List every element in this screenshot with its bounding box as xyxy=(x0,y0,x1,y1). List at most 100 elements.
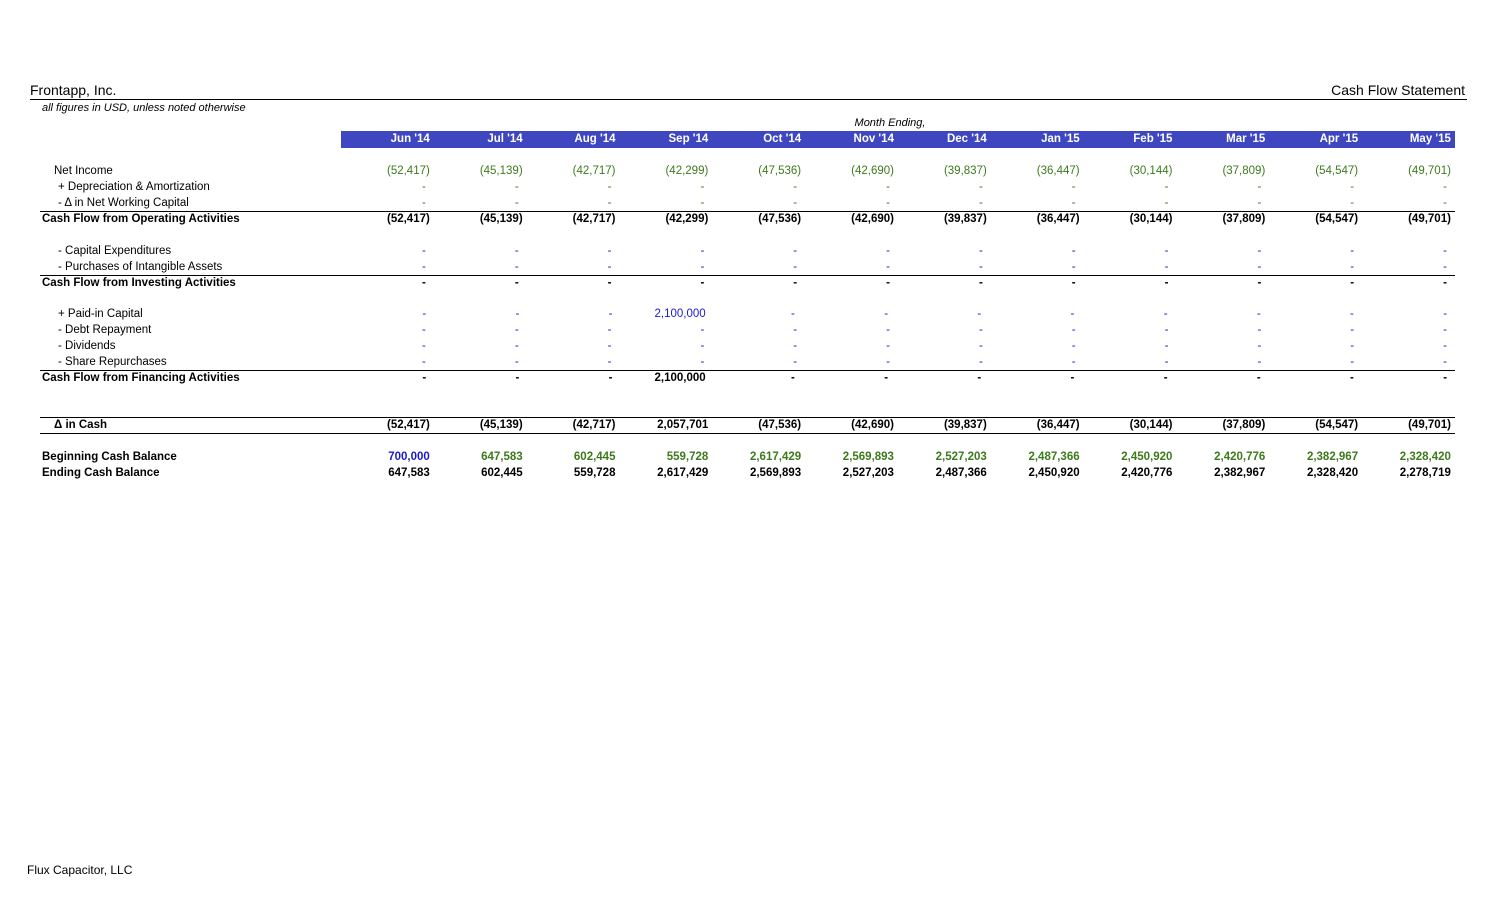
value-cell: - xyxy=(1164,261,1169,273)
month-header-cell: Nov '14 xyxy=(853,133,894,145)
value-cell: - xyxy=(1350,340,1355,352)
value-cell: - xyxy=(978,261,983,273)
row-cells: 700,000 647,583 602,445 559,728 2,617,429 2,5… xyxy=(341,451,1455,466)
value-cell: - xyxy=(1071,277,1076,289)
value-cell: - xyxy=(1071,245,1076,257)
value-cell: - xyxy=(514,197,519,209)
value-cell: - xyxy=(978,340,983,352)
value-cell: - xyxy=(1257,356,1262,368)
value-cell: - xyxy=(422,372,427,384)
rule-delta-top xyxy=(40,417,1455,418)
month-header-cell: Oct '14 xyxy=(763,133,802,145)
value-cell: 2,328,420 xyxy=(1306,467,1359,479)
month-header-cell: May '15 xyxy=(1409,133,1451,145)
value-cell: - xyxy=(978,356,983,368)
value-cell: - xyxy=(978,277,983,289)
value-cell: - xyxy=(1443,261,1447,273)
row-label: Cash Flow from Financing Activities xyxy=(42,372,240,384)
row-label: + Paid-in Capital xyxy=(58,308,143,320)
value-cell: - xyxy=(1350,356,1355,368)
month-header-cell: Apr '15 xyxy=(1319,133,1359,145)
row-cells: ------------ xyxy=(341,356,1455,371)
value-cell: 2,420,776 xyxy=(1214,451,1266,463)
row-cells: (52,417) (45,139) (42,717) (42,299) (47,536)… xyxy=(341,213,1455,228)
value-cell: - xyxy=(1350,324,1355,336)
company-name: Frontapp, Inc. xyxy=(30,82,117,98)
value-cell: - xyxy=(607,277,612,289)
value-cell: (36,447) xyxy=(1036,419,1080,431)
value-cell: - xyxy=(421,277,426,289)
row-label: - Purchases of Intangible Assets xyxy=(58,261,223,273)
month-header-cell: Aug '14 xyxy=(574,133,616,145)
value-cell: - xyxy=(886,356,890,368)
value-cell: - xyxy=(514,324,519,336)
value-cell: 647,583 xyxy=(481,451,523,463)
row-label: - Capital Expenditures xyxy=(58,245,172,257)
row-cells: ------------ xyxy=(341,277,1455,292)
value-cell: - xyxy=(1443,308,1448,320)
row-label: - Dividends xyxy=(58,340,116,352)
value-cell: - xyxy=(421,245,426,257)
value-cell: - xyxy=(700,245,705,257)
value-cell: - xyxy=(1070,308,1075,320)
row-label: - Δ in Net Working Capital xyxy=(58,197,189,209)
value-cell: 2,382,967 xyxy=(1214,467,1266,479)
value-cell: (45,139) xyxy=(479,165,523,177)
row-dep-amort: + Depreciation & Amortization - - - - - - - - - -… xyxy=(0,181,1500,196)
row-cells: ------------ xyxy=(341,261,1455,276)
value-cell: - xyxy=(1164,197,1169,209)
value-cell: - xyxy=(1164,245,1169,257)
value-cell: - xyxy=(514,181,519,193)
month-header-cells: Jun '14 Jul '14 Aug '14 Sep '14 Oct '14 Nov '… xyxy=(341,133,1455,148)
row-label: Beginning Cash Balance xyxy=(42,451,177,463)
month-header-cell: Jul '14 xyxy=(487,133,523,145)
row-net-income: Net Income (52,417) (45,139) (42,717) (42,2… xyxy=(0,165,1500,180)
rule-cfi-top xyxy=(40,275,1455,276)
value-cell: 647,583 xyxy=(388,467,430,479)
value-cell: 2,569,893 xyxy=(749,467,802,479)
value-cell: (42,690) xyxy=(851,419,894,431)
value-cell: - xyxy=(1443,277,1447,289)
value-cell: - xyxy=(515,372,520,384)
month-header-cell: Sep '14 xyxy=(668,133,709,145)
value-cell: 2,100,000 xyxy=(654,308,706,320)
value-cell: 2,057,701 xyxy=(657,419,709,431)
value-cell: - xyxy=(1350,181,1355,193)
value-cell: - xyxy=(1164,324,1169,336)
row-label: - Debt Repayment xyxy=(58,324,152,336)
row-label: Ending Cash Balance xyxy=(42,467,160,479)
value-cell: - xyxy=(1256,372,1261,384)
value-cell: 559,728 xyxy=(666,451,709,463)
value-cell: - xyxy=(421,324,426,336)
value-cell: (49,701) xyxy=(1408,165,1451,177)
month-header-cell: Mar '15 xyxy=(1226,133,1266,145)
value-cell: - xyxy=(1350,372,1354,384)
value-cell: (42,690) xyxy=(851,213,894,225)
value-cell: - xyxy=(1164,356,1169,368)
value-cell: - xyxy=(514,356,519,368)
value-cell: - xyxy=(978,197,983,209)
value-cell: - xyxy=(421,181,426,193)
month-header-row: Jun '14 Jul '14 Aug '14 Sep '14 Oct '14 Nov '… xyxy=(0,133,1500,148)
value-cell: (54,547) xyxy=(1315,213,1359,225)
value-cell: - xyxy=(1163,308,1168,320)
value-cell: - xyxy=(1443,340,1447,352)
value-cell: (30,144) xyxy=(1129,419,1173,431)
row-label: Net Income xyxy=(54,165,113,177)
value-cell: - xyxy=(886,197,890,209)
row-intangibles: - Purchases of Intangible Assets - - - - - - -… xyxy=(0,261,1500,276)
value-cell: - xyxy=(700,261,705,273)
value-cell: - xyxy=(1257,261,1262,273)
row-cells: ------------ xyxy=(341,340,1455,355)
value-cell: - xyxy=(1071,181,1076,193)
value-cell: - xyxy=(1257,245,1262,257)
value-cell: - xyxy=(1443,356,1447,368)
row-capex: - Capital Expenditures - - - - - - - - - - - - xyxy=(0,245,1500,260)
value-cell: - xyxy=(514,277,519,289)
value-cell: - xyxy=(793,324,798,336)
value-cell: 2,382,967 xyxy=(1306,451,1359,463)
value-cell: - xyxy=(1070,372,1075,384)
row-delta-cash: Δ in Cash (52,417) (45,139) (42,717) 2,057,… xyxy=(0,419,1500,434)
value-cell: - xyxy=(607,324,612,336)
value-cell: 602,445 xyxy=(573,451,616,463)
